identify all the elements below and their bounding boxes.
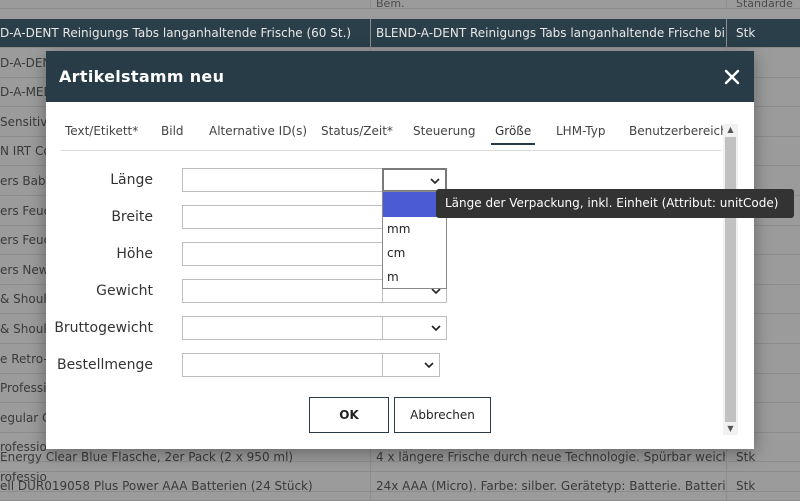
table-cell: Stk [726, 472, 800, 500]
label-hoehe: Höhe [116, 246, 153, 262]
label-bruttogewicht: Bruttogewicht [54, 320, 153, 336]
unit-option-cm[interactable]: cm [383, 241, 446, 265]
label-bestellmenge: Bestellmenge [56, 357, 153, 373]
scroll-up-arrow-icon[interactable]: ▲ [723, 124, 738, 136]
bruttogewicht-unit-select[interactable] [382, 316, 447, 340]
tab-benutzerbereich[interactable]: Benutzerbereich [629, 124, 728, 138]
table-cell: D-A-DENT Reinigungs Tabs langanhaltende … [0, 26, 352, 40]
tab-lhm-typ[interactable]: LHM-Typ [556, 124, 605, 138]
unit-option-mm[interactable]: mm [383, 217, 446, 241]
chevron-down-icon [424, 362, 434, 369]
table-row[interactable]: D-A-DENT Reinigungs Tabs langanhaltende … [0, 19, 800, 48]
table-row[interactable]: ell DUR019058 Plus Power AAA Batterien (… [0, 472, 800, 501]
label-gewicht: Gewicht [96, 283, 153, 299]
close-button[interactable] [724, 69, 740, 85]
dialog-title: Artikelstamm neu [59, 67, 225, 86]
bestellmenge-unit-select[interactable] [382, 353, 440, 377]
ok-button[interactable]: OK [309, 397, 389, 433]
bestellmenge-input[interactable] [182, 353, 383, 377]
dialog-scrollbar[interactable]: ▲ ▼ [723, 124, 738, 435]
cancel-button[interactable]: Abbrechen [394, 397, 491, 433]
form-row-hoehe: Höhe [46, 242, 706, 266]
scroll-down-arrow-icon[interactable]: ▼ [723, 423, 738, 435]
gewicht-input[interactable] [182, 279, 383, 303]
scroll-thumb[interactable] [725, 137, 736, 422]
form-row-bestellmenge: Bestellmenge [46, 353, 706, 377]
chevron-down-icon [431, 325, 441, 332]
form-row-bruttogewicht: Bruttogewicht [46, 316, 706, 340]
tab-alternative-ids[interactable]: Alternative ID(s) [209, 124, 307, 138]
dialog-header: Artikelstamm neu [46, 51, 754, 102]
tab-text-etikett[interactable]: Text/Etikett* [65, 124, 138, 138]
table-cell: 24x AAA (Micro). Farbe: silber. Gerätety… [370, 472, 725, 500]
table-cell: BLEND-A-DENT Reinigungs Tabs langanhalte… [370, 19, 725, 47]
table-header-row: Bem. Standarde [0, 0, 800, 9]
table-cell: ell DUR019058 Plus Power AAA Batterien (… [0, 479, 313, 493]
label-breite: Breite [111, 209, 153, 225]
table-cell: Stk [726, 19, 800, 47]
hoehe-input[interactable] [182, 242, 383, 266]
tab-steuerung[interactable]: Steuerung [413, 124, 475, 138]
tab-bild[interactable]: Bild [161, 124, 184, 138]
close-icon [724, 69, 740, 85]
laenge-input[interactable] [182, 168, 383, 192]
dialog-tabs: Text/Etikett* Bild Alternative ID(s) Sta… [61, 102, 728, 151]
breite-input[interactable] [182, 205, 383, 229]
tab-status-zeit[interactable]: Status/Zeit* [321, 124, 393, 138]
table-header-standardeinheit: Standarde [726, 0, 800, 8]
table-header-bem: Bem. [370, 0, 725, 8]
chevron-down-icon [430, 178, 440, 185]
unit-option-m[interactable]: m [383, 265, 446, 289]
laenge-tooltip: Länge der Verpackung, inkl. Einheit (Att… [436, 189, 794, 218]
tab-groesse[interactable]: Größe [491, 124, 536, 145]
label-laenge: Länge [110, 172, 153, 188]
form-row-gewicht: Gewicht [46, 279, 706, 303]
bruttogewicht-input[interactable] [182, 316, 383, 340]
